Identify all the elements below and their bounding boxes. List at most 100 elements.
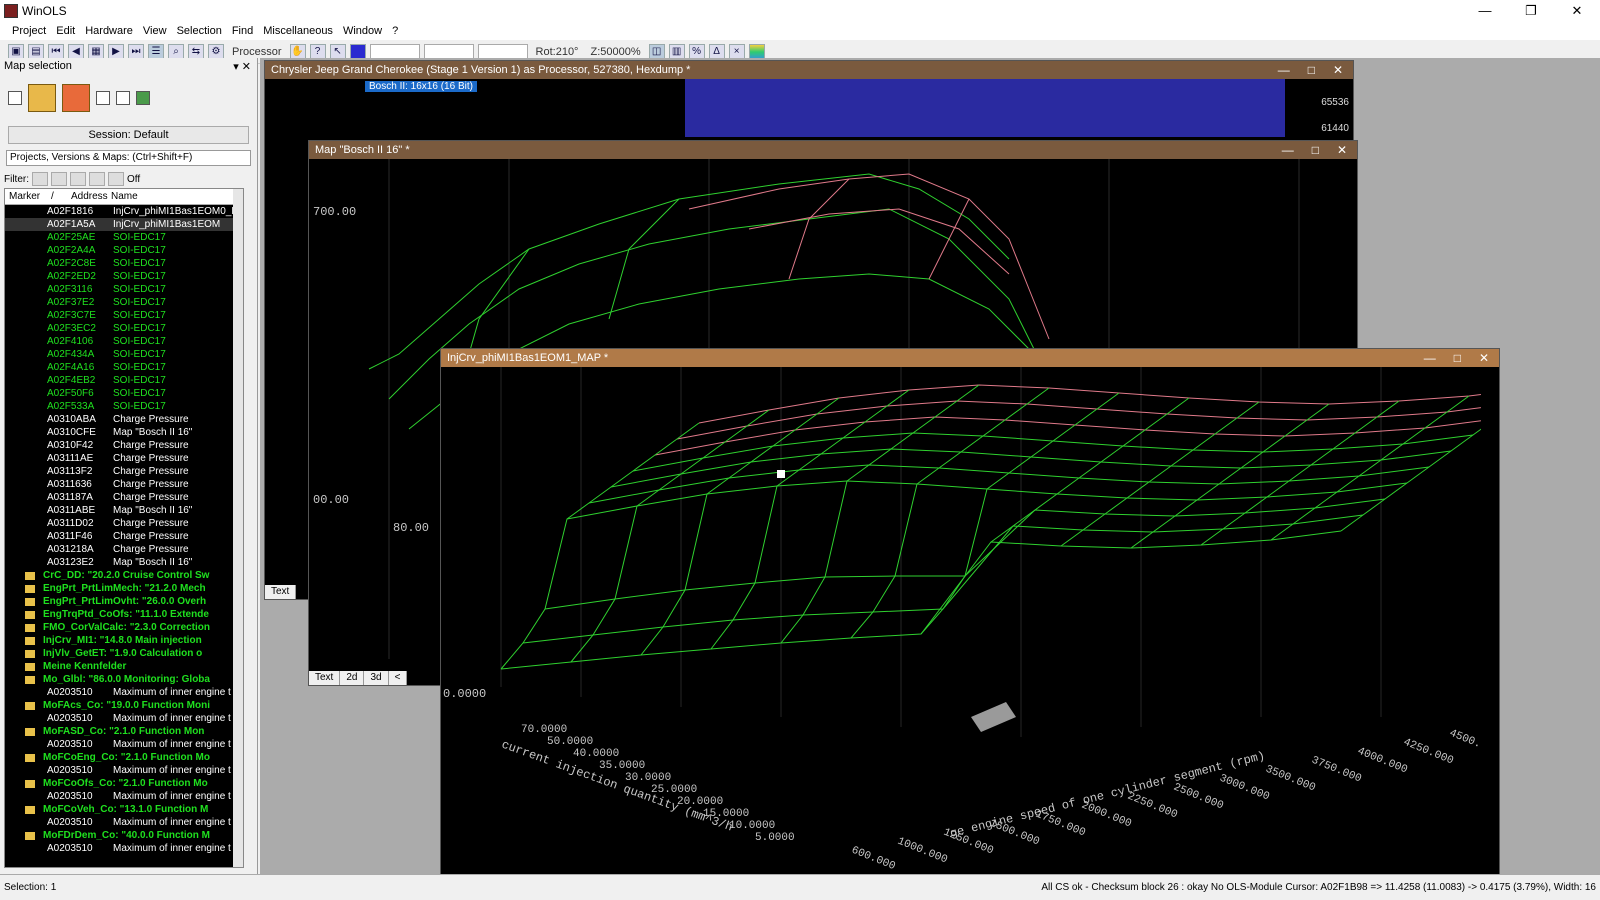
list-item[interactable]: A0311636 Charge Pressure	[5, 478, 243, 491]
project-combo[interactable]: Projects, Versions & Maps: (Ctrl+Shift+F…	[6, 150, 251, 166]
list-item[interactable]: A0311D02 Charge Pressure	[5, 517, 243, 530]
list-item[interactable]: A0311F46 Charge Pressure	[5, 530, 243, 543]
list-item[interactable]: EngPrt_PrtLimMech: "21.2.0 Mech	[5, 582, 243, 595]
list-item[interactable]: MoFCoVeh_Co: "13.1.0 Function M	[5, 803, 243, 816]
min-icon[interactable]: —	[1282, 143, 1294, 157]
filter-btn-1[interactable]	[32, 172, 48, 186]
rotation-readout[interactable]: Rot:210°	[532, 46, 583, 58]
list-item[interactable]: Meine Kennfelder	[5, 660, 243, 673]
col-sort[interactable]: /	[47, 191, 67, 202]
col-name[interactable]: Name	[107, 191, 138, 202]
tab-1[interactable]: 2d	[340, 671, 365, 685]
list-item[interactable]: A02F4EB2 SOI-EDC17	[5, 374, 243, 387]
globe-icon[interactable]	[136, 91, 150, 105]
list-item[interactable]: InjVlv_GetET: "1.9.0 Calculation o	[5, 647, 243, 660]
max-icon[interactable]: □	[1312, 143, 1319, 157]
list-item[interactable]: MoFAcs_Co: "19.0.0 Function Moni	[5, 699, 243, 712]
tab-text[interactable]: Text	[265, 585, 297, 599]
list-item[interactable]: A0203510 Maximum of inner engine t	[5, 712, 243, 725]
tab-0[interactable]: Text	[309, 671, 341, 685]
list-item[interactable]: InjCrv_MI1: "14.8.0 Main injection	[5, 634, 243, 647]
list-item[interactable]: A03123E2 Map "Bosch II 16"	[5, 556, 243, 569]
list-item[interactable]: MoFDrDem_Co: "40.0.0 Function M	[5, 829, 243, 842]
menu-item-1[interactable]: Edit	[56, 25, 75, 37]
min-icon[interactable]: —	[1424, 351, 1436, 365]
list-item[interactable]: A02F37E2 SOI-EDC17	[5, 296, 243, 309]
list-item[interactable]: A0203510 Maximum of inner engine t	[5, 738, 243, 751]
tab-3[interactable]: <	[389, 671, 408, 685]
list-item[interactable]: A02F2ED2 SOI-EDC17	[5, 270, 243, 283]
new-project-icon[interactable]	[8, 91, 22, 105]
list-item[interactable]: A02F50F6 SOI-EDC17	[5, 387, 243, 400]
filter-btn-4[interactable]	[89, 172, 105, 186]
list-item[interactable]: MoFCoOfs_Co: "2.1.0 Function Mo	[5, 777, 243, 790]
injcrv-map-window[interactable]: InjCrv_phiMI1Bas1EOM1_MAP * — □ ✕ 0.0000 7…	[440, 348, 1500, 878]
zoom-readout[interactable]: Z:50000%	[586, 46, 644, 58]
list-item[interactable]: A02F3116 SOI-EDC17	[5, 283, 243, 296]
list-item[interactable]: A02F4106 SOI-EDC17	[5, 335, 243, 348]
open-folder-icon[interactable]	[28, 84, 56, 112]
menu-item-4[interactable]: Selection	[177, 25, 222, 37]
list-item[interactable]: A0203510 Maximum of inner engine t	[5, 816, 243, 829]
list-item[interactable]: A02F4A16 SOI-EDC17	[5, 361, 243, 374]
list-item[interactable]: A02F1816 InjCrv_phiMI1Bas1EOM0_M	[5, 205, 243, 218]
list-item[interactable]: EngPrt_PrtLimOvht: "26.0.0 Overh	[5, 595, 243, 608]
list-item[interactable]: A0203510 Maximum of inner engine t	[5, 764, 243, 777]
list-item[interactable]: A02F434A SOI-EDC17	[5, 348, 243, 361]
import-icon[interactable]	[62, 84, 90, 112]
list-item[interactable]: A0311ABE Map "Bosch II 16"	[5, 504, 243, 517]
menu-item-0[interactable]: Project	[12, 25, 46, 37]
list-item[interactable]: A031218A Charge Pressure	[5, 543, 243, 556]
close-icon[interactable]: ✕	[1333, 63, 1343, 77]
list-item[interactable]: A02F533A SOI-EDC17	[5, 400, 243, 413]
menu-item-5[interactable]: Find	[232, 25, 253, 37]
menu-item-2[interactable]: Hardware	[85, 25, 133, 37]
map-icon[interactable]	[116, 91, 130, 105]
list-item[interactable]: A02F25AE SOI-EDC17	[5, 231, 243, 244]
col-address[interactable]: Address	[67, 191, 108, 202]
filter-btn-3[interactable]	[70, 172, 86, 186]
list-item[interactable]: A02F3C7E SOI-EDC17	[5, 309, 243, 322]
list-item[interactable]: A03111AE Charge Pressure	[5, 452, 243, 465]
tab-2[interactable]: 3d	[364, 671, 389, 685]
processor-label[interactable]: Processor	[228, 46, 286, 58]
list-item[interactable]: A031187A Charge Pressure	[5, 491, 243, 504]
session-button[interactable]: Session: Default	[8, 126, 249, 144]
add-icon[interactable]	[96, 91, 110, 105]
list-item[interactable]: A0310ABA Charge Pressure	[5, 413, 243, 426]
max-icon[interactable]: □	[1308, 63, 1315, 77]
injcrv-3d-surface[interactable]: 0.0000 70.000050.000040.000035.000030.00…	[441, 367, 1481, 877]
list-item[interactable]: A02F2C8E SOI-EDC17	[5, 257, 243, 270]
filter-off[interactable]: Off	[127, 174, 140, 185]
max-icon[interactable]: □	[1454, 351, 1461, 365]
filter-btn-2[interactable]	[51, 172, 67, 186]
list-item[interactable]: A02F3EC2 SOI-EDC17	[5, 322, 243, 335]
menu-item-8[interactable]: ?	[392, 25, 398, 37]
list-scrollbar[interactable]	[233, 189, 243, 867]
min-icon[interactable]: —	[1278, 63, 1290, 77]
list-item[interactable]: EngTrqPtd_CoOfs: "11.1.0 Extende	[5, 608, 243, 621]
list-item[interactable]: A0203510 Maximum of inner engine t	[5, 842, 243, 855]
list-item[interactable]: CrC_DD: "20.2.0 Cruise Control Sw	[5, 569, 243, 582]
list-item[interactable]: MoFASD_Co: "2.1.0 Function Mon	[5, 725, 243, 738]
list-item[interactable]: A02F1A5A InjCrv_phiMI1Bas1EOM	[5, 218, 243, 231]
minimize-icon[interactable]: —	[1462, 3, 1508, 19]
list-item[interactable]: A0203510 Maximum of inner engine t	[5, 686, 243, 699]
list-item[interactable]: MoFCoEng_Co: "2.1.0 Function Mo	[5, 751, 243, 764]
close-icon[interactable]: ✕	[1554, 3, 1600, 19]
list-item[interactable]: A03113F2 Charge Pressure	[5, 465, 243, 478]
list-item[interactable]: A02F2A4A SOI-EDC17	[5, 244, 243, 257]
list-item[interactable]: FMO_CorValCalc: "2.3.0 Correction	[5, 621, 243, 634]
list-item[interactable]: Mo_Glbl: "86.0.0 Monitoring: Globa	[5, 673, 243, 686]
col-marker[interactable]: Marker	[5, 191, 47, 202]
menu-item-6[interactable]: Miscellaneous	[263, 25, 333, 37]
menu-item-7[interactable]: Window	[343, 25, 382, 37]
menu-item-3[interactable]: View	[143, 25, 167, 37]
close-icon[interactable]: ✕	[1479, 351, 1489, 365]
close-panel-icon[interactable]: ▾ ✕	[233, 60, 251, 73]
restore-icon[interactable]: ❐	[1508, 3, 1554, 19]
list-item[interactable]: A0310CFE Map "Bosch II 16"	[5, 426, 243, 439]
close-icon[interactable]: ✕	[1337, 143, 1347, 157]
filter-btn-5[interactable]	[108, 172, 124, 186]
list-item[interactable]: A0310F42 Charge Pressure	[5, 439, 243, 452]
